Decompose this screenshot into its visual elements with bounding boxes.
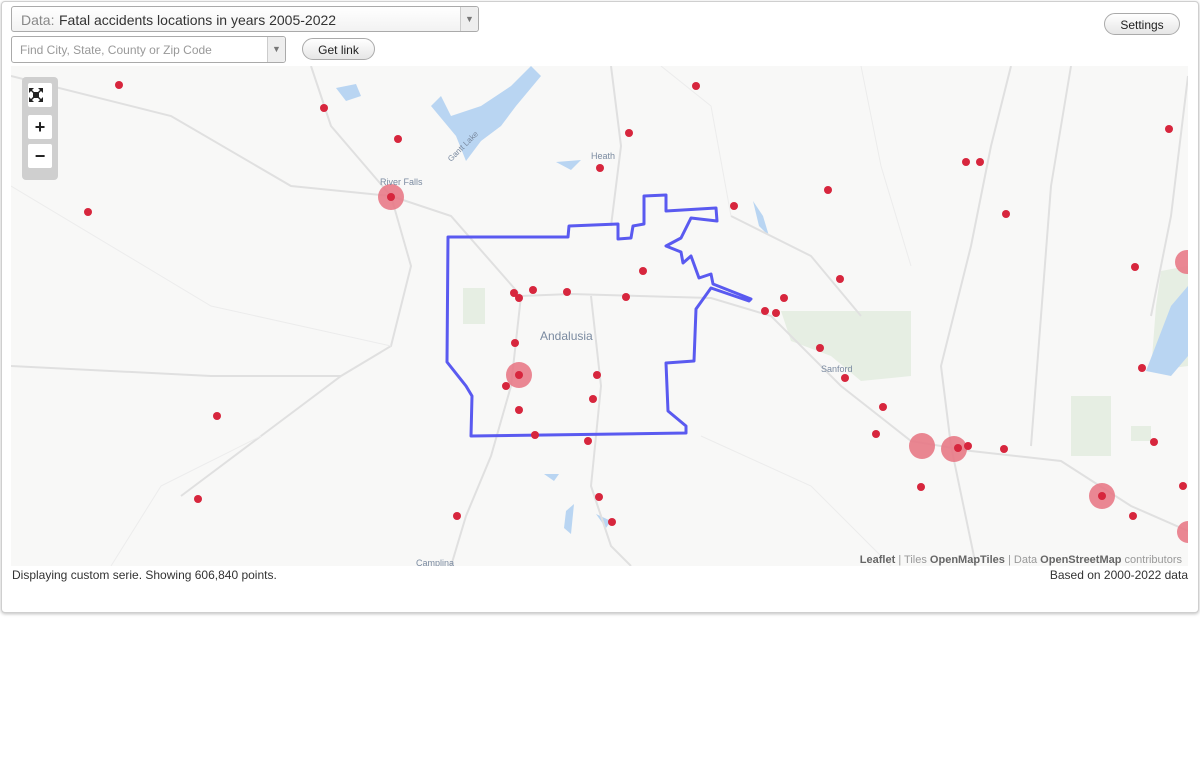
- openmaptiles-link[interactable]: OpenMapTiles: [930, 554, 1005, 566]
- map-labels: Andalusia River Falls Heath Sanford Gant…: [380, 129, 853, 566]
- zoom-in-button[interactable]: +: [28, 115, 52, 139]
- label-camplina: Camplina: [416, 558, 454, 566]
- points: [84, 81, 1187, 526]
- attribution-sep-data: | Data: [1004, 554, 1041, 566]
- label-river-falls: River Falls: [380, 177, 423, 187]
- search-input[interactable]: [18, 40, 267, 60]
- zoom-control: + −: [22, 77, 58, 180]
- fullscreen-button[interactable]: [28, 83, 52, 107]
- roads: [11, 66, 1188, 566]
- chevron-down-icon: ▼: [272, 44, 281, 54]
- label-heath: Heath: [591, 151, 615, 161]
- label-andalusia: Andalusia: [540, 329, 593, 343]
- data-select-prefix: Data:: [21, 12, 55, 28]
- data-select-dropdown-arrow[interactable]: ▼: [460, 7, 478, 31]
- search-dropdown-arrow[interactable]: ▼: [267, 37, 285, 62]
- leaflet-link[interactable]: Leaflet: [860, 554, 895, 566]
- data-select[interactable]: Data: Fatal accidents locations in years…: [11, 6, 479, 32]
- settings-button[interactable]: Settings: [1104, 13, 1180, 35]
- openstreetmap-link[interactable]: OpenStreetMap: [1040, 554, 1121, 566]
- points-status: Displaying custom serie. Showing 606,840…: [12, 568, 277, 582]
- label-sanford: Sanford: [821, 364, 853, 374]
- location-search[interactable]: ▼: [11, 36, 286, 63]
- map[interactable]: Andalusia River Falls Heath Sanford Gant…: [11, 66, 1188, 566]
- map-canvas: Andalusia River Falls Heath Sanford Gant…: [11, 66, 1188, 566]
- map-attribution: Leaflet | Tiles OpenMapTiles | Data Open…: [860, 554, 1182, 566]
- data-range-status: Based on 2000-2022 data: [1049, 568, 1188, 582]
- attribution-sep-tiles: | Tiles: [895, 554, 930, 566]
- fullscreen-icon: [29, 88, 43, 102]
- attribution-contributors: contributors: [1121, 554, 1182, 566]
- chevron-down-icon: ▼: [465, 14, 474, 24]
- get-link-button[interactable]: Get link: [302, 38, 375, 60]
- zoom-out-button[interactable]: −: [28, 144, 52, 168]
- data-select-value: Fatal accidents locations in years 2005-…: [59, 12, 337, 28]
